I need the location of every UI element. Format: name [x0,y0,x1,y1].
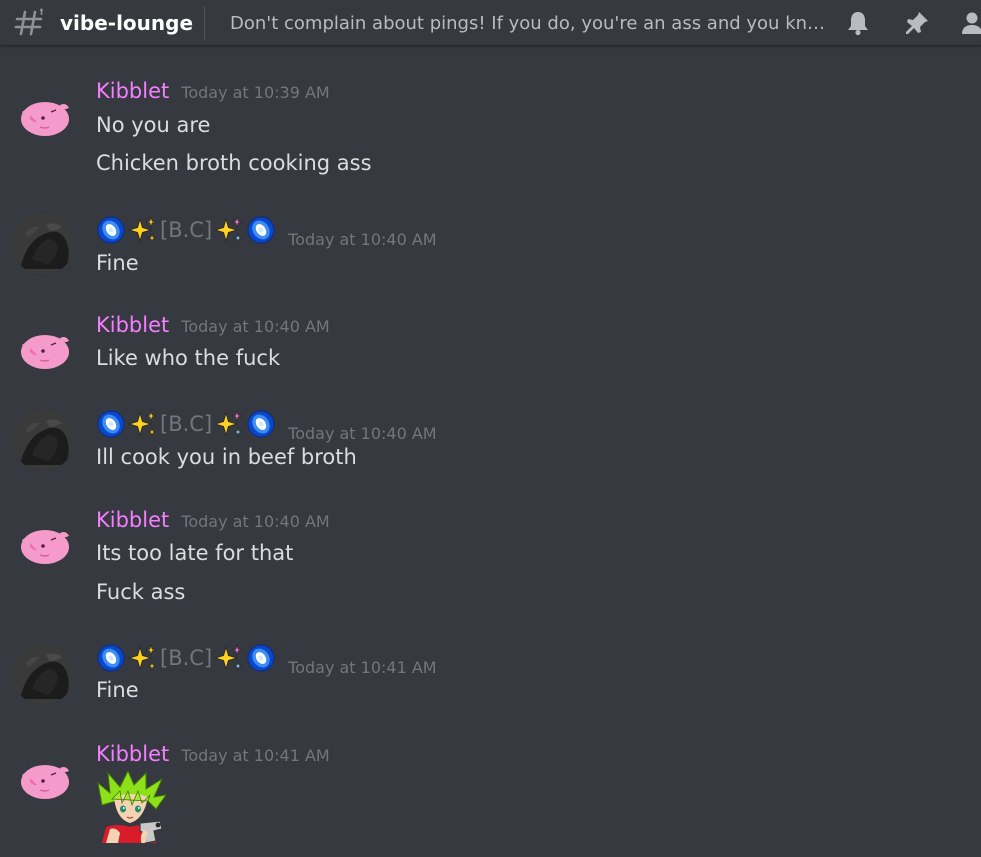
message-header: [B.C] Today at 10:40 AM [96,215,437,249]
timestamp: Today at 10:39 AM [181,83,330,102]
message-header: Kibblet Today at 10:40 AM [96,311,330,339]
bell-icon[interactable] [844,9,872,37]
hashtag-icon [14,8,43,36]
avatar[interactable] [12,213,74,275]
sparkles-emoji-icon [128,215,158,245]
avatar[interactable] [12,86,74,148]
members-icon[interactable] [958,9,981,37]
message-header: [B.C] Today at 10:40 AM [96,409,437,443]
sparkles-emoji-icon [128,409,158,439]
galaxy-emoji-icon [96,215,126,245]
avatar[interactable] [12,514,74,576]
username[interactable]: [B.C] [96,643,276,673]
message-text: Its too late for that [96,541,294,565]
username[interactable]: Kibblet [96,77,169,105]
channel-name: vibe-lounge [60,11,194,35]
username[interactable]: [B.C] [96,215,276,245]
galaxy-emoji-icon [96,409,126,439]
pin-icon[interactable] [903,9,931,37]
header-divider [204,6,205,40]
timestamp: Today at 10:40 AM [288,230,437,249]
message-header: Kibblet Today at 10:41 AM [96,740,330,768]
timestamp: Today at 10:41 AM [181,746,330,765]
timestamp: Today at 10:41 AM [288,658,437,677]
message-list: Kibblet Today at 10:39 AM No you are Chi… [0,47,981,857]
username-text: [B.C] [160,412,213,436]
galaxy-emoji-icon [246,643,276,673]
username[interactable]: Kibblet [96,740,169,768]
message-text: Fine [96,678,139,702]
galaxy-emoji-icon [246,215,276,245]
message-text: Fine [96,251,139,275]
avatar[interactable] [12,749,74,811]
sparkles-emoji-icon [128,643,158,673]
message-header: Kibblet Today at 10:40 AM [96,506,330,534]
galaxy-emoji-icon [246,409,276,439]
avatar[interactable] [12,643,74,705]
username-text: [B.C] [160,218,213,242]
message-text: Ill cook you in beef broth [96,445,357,469]
message-header: Kibblet Today at 10:39 AM [96,77,330,105]
anime-girl-gun-sticker[interactable] [96,771,168,843]
username-text: [B.C] [160,646,213,670]
sparkles-emoji-icon [214,409,244,439]
timestamp: Today at 10:40 AM [181,317,330,336]
username[interactable]: Kibblet [96,311,169,339]
message-text: Chicken broth cooking ass [96,151,372,175]
message-header: [B.C] Today at 10:41 AM [96,643,437,677]
avatar[interactable] [12,409,74,471]
sparkles-emoji-icon [214,215,244,245]
galaxy-emoji-icon [96,643,126,673]
timestamp: Today at 10:40 AM [181,512,330,531]
sparkles-emoji-icon [214,643,244,673]
discord-window: vibe-lounge Don't complain about pings! … [0,0,981,857]
avatar[interactable] [12,319,74,381]
channel-topic[interactable]: Don't complain about pings! If you do, y… [230,12,828,36]
timestamp: Today at 10:40 AM [288,424,437,443]
message-text: Fuck ass [96,580,186,604]
channel-header: vibe-lounge Don't complain about pings! … [0,0,981,46]
username[interactable]: Kibblet [96,506,169,534]
username[interactable]: [B.C] [96,409,276,439]
message-text: No you are [96,113,211,137]
message-text: Like who the fuck [96,346,281,370]
